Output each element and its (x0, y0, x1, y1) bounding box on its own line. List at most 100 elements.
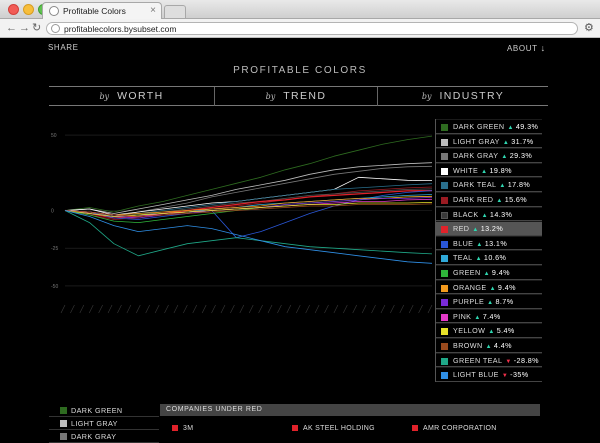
window-titlebar: Profitable Colors × (0, 0, 600, 19)
x-tick-mark (305, 304, 310, 314)
x-tick-mark (220, 304, 226, 314)
triangle-up-icon: ▲ (507, 125, 514, 131)
legend-value: 14.3% (489, 209, 513, 219)
legend-label: TEAL ▲ 10.6% (453, 253, 506, 262)
x-tick-mark (361, 304, 367, 314)
x-tick-mark (239, 304, 245, 314)
share-link[interactable]: SHARE (48, 43, 79, 52)
legend-name: GREEN (453, 267, 481, 277)
trend-chart[interactable]: 50 0 -25 -50 (49, 116, 434, 321)
legend-swatch (441, 299, 448, 307)
triangle-up-icon: ▲ (485, 343, 492, 350)
legend-item-white[interactable]: WHITE ▲ 19.8% (436, 162, 542, 178)
legend-swatch (441, 138, 448, 146)
legend-name: BLACK (453, 209, 479, 219)
legend-item-dark-teal[interactable]: DARK TEAL ▲ 17.8% (436, 177, 542, 192)
legend-item-teal[interactable]: TEAL ▲ 10.6% (436, 250, 542, 265)
legend-label: GREEN TEAL ▼ -28.8% (453, 356, 539, 365)
favicon-icon (49, 6, 59, 16)
new-tab-button[interactable] (164, 5, 186, 18)
reload-icon[interactable]: ↻ (32, 22, 41, 35)
tab-industry[interactable]: by INDUSTRY (378, 87, 548, 106)
companies-header: COMPANIES UNDER RED (160, 404, 540, 416)
tab-title: Profitable Colors (63, 6, 126, 16)
legend-swatch (441, 342, 448, 350)
legend-item-pink[interactable]: PINK ▲ 7.4% (436, 308, 542, 324)
tab-close-icon[interactable]: × (150, 5, 156, 17)
triangle-up-icon: ▲ (481, 168, 488, 175)
legend-swatch (441, 182, 448, 190)
sort-nav: by WORTH by TREND by INDUSTRY (49, 86, 548, 106)
browser-toolbar: ← → ↻ profitablecolors.bysubset.com ⚙ (0, 19, 600, 38)
legend-value: 9.4% (491, 267, 510, 277)
legend-swatch (441, 284, 448, 292)
x-tick-mark (173, 304, 179, 314)
legend-item-yellow[interactable]: YELLOW ▲ 5.4% (436, 323, 542, 338)
about-link[interactable]: ABOUT ↓ (507, 43, 546, 53)
legend-item-green[interactable]: GREEN ▲ 9.4% (436, 264, 542, 280)
legend-item-blue[interactable]: BLUE ▲ 13.1% (436, 235, 542, 251)
x-tick-mark (286, 304, 292, 314)
legend-label: DARK GRAY ▲ 29.3% (453, 151, 532, 160)
legend-item-black[interactable]: BLACK ▲ 14.3% (436, 206, 542, 222)
x-tick-mark (277, 304, 282, 314)
legend-item-dark-green[interactable]: DARK GREEN ▲ 49.3% (436, 119, 542, 134)
legend-value: -35% (510, 370, 529, 380)
triangle-up-icon: ▲ (488, 329, 495, 336)
company-item[interactable]: AMR CORPORATION (412, 425, 497, 432)
x-tick-mark (418, 304, 423, 314)
legend-label: PINK ▲ 7.4% (453, 312, 501, 321)
x-tick-mark (408, 304, 414, 314)
bottom-legend-item[interactable]: DARK GREEN (49, 404, 159, 417)
x-tick-mark (343, 304, 348, 314)
legend-name: BROWN (453, 340, 483, 350)
legend-label: LIGHT BLUE ▼ -35% (453, 370, 529, 379)
x-tick-mark (248, 304, 254, 314)
company-swatch (412, 425, 418, 431)
x-tick-mark (192, 304, 198, 314)
legend-name: RED (453, 224, 470, 234)
company-name: AMR CORPORATION (423, 425, 497, 432)
legend-item-red[interactable]: RED ▲ 13.2% (436, 221, 542, 236)
legend-item-brown[interactable]: BROWN ▲ 4.4% (436, 337, 542, 353)
series-line-dark-green[interactable] (64, 135, 433, 213)
back-icon[interactable]: ← (6, 22, 17, 35)
x-tick-mark (267, 304, 273, 314)
x-tick-mark (230, 304, 235, 314)
x-tick-mark (314, 304, 320, 314)
legend-name: PINK (453, 311, 472, 321)
browser-tab[interactable]: Profitable Colors × (42, 2, 162, 19)
company-name: 3M (183, 425, 194, 432)
legend-name: YELLOW (453, 326, 486, 336)
legend-item-orange[interactable]: ORANGE ▲ 9.4% (436, 279, 542, 295)
legend-item-dark-gray[interactable]: DARK GRAY ▲ 29.3% (436, 148, 542, 163)
forward-icon[interactable]: → (19, 22, 30, 35)
bottom-legend-item[interactable]: LIGHT GRAY (49, 417, 159, 430)
y-tick-label: -25 (51, 246, 58, 252)
legend-value: 13.1% (484, 238, 508, 248)
legend-item-light-blue[interactable]: LIGHT BLUE ▼ -35% (436, 367, 542, 382)
legend-item-green-teal[interactable]: GREEN TEAL ▼ -28.8% (436, 352, 542, 368)
legend-swatch (60, 433, 67, 440)
legend-item-purple[interactable]: PURPLE ▲ 8.7% (436, 294, 542, 309)
x-tick-mark (211, 304, 216, 314)
minimize-window-button[interactable] (23, 4, 34, 15)
company-item[interactable]: 3M (172, 425, 193, 432)
triangle-up-icon: ▲ (474, 314, 481, 321)
series-line-teal[interactable] (64, 194, 433, 217)
legend-item-dark-red[interactable]: DARK RED ▲ 15.6% (436, 191, 542, 207)
tab-trend[interactable]: by TREND (215, 87, 377, 106)
tab-worth[interactable]: by WORTH (49, 87, 214, 106)
legend-value: 29.3% (509, 151, 533, 161)
legend-value: 49.3% (515, 122, 539, 131)
company-item[interactable]: AK STEEL HOLDING (292, 425, 375, 432)
triangle-up-icon: ▲ (499, 183, 506, 190)
bottom-legend-item[interactable]: DARK GRAY (49, 430, 159, 443)
wrench-icon[interactable]: ⚙ (584, 21, 594, 34)
close-window-button[interactable] (8, 4, 19, 15)
triangle-up-icon: ▲ (476, 241, 483, 248)
address-bar[interactable]: profitablecolors.bysubset.com (46, 22, 578, 35)
legend-item-light-gray[interactable]: LIGHT GRAY ▲ 31.7% (436, 133, 542, 149)
triangle-down-icon: ▼ (501, 373, 509, 380)
legend-name: ORANGE (453, 282, 487, 292)
